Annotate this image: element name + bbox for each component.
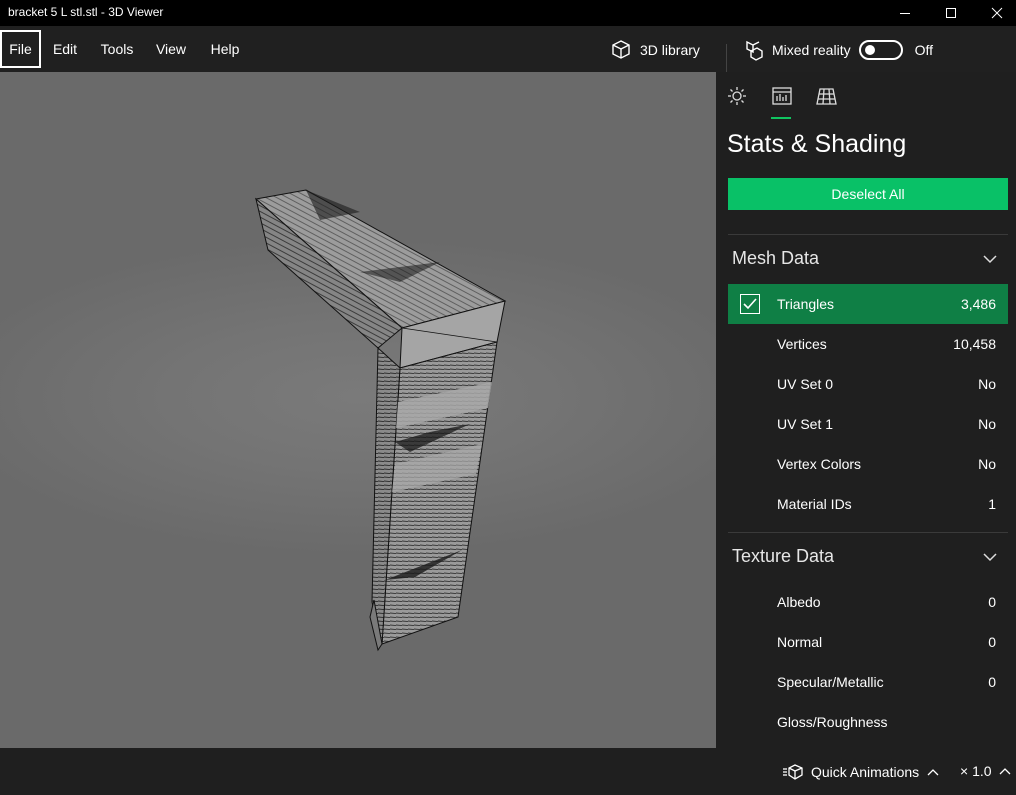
- chevron-down-icon: [983, 553, 997, 562]
- minimize-icon: [900, 13, 910, 14]
- tab-lighting[interactable]: [725, 84, 749, 108]
- checkmark-icon: [743, 298, 757, 310]
- mesh-row-uv-set-1[interactable]: UV Set 1 No: [728, 404, 1008, 444]
- menu-edit[interactable]: Edit: [44, 30, 86, 68]
- divider: [728, 234, 1008, 235]
- texture-data-toggle[interactable]: [982, 550, 998, 568]
- speed-label: × 1.0: [960, 763, 992, 779]
- row-label: Gloss/Roughness: [777, 714, 888, 730]
- chevron-up-icon: [999, 768, 1010, 775]
- bottom-bar: Quick Animations × 1.0: [0, 748, 1016, 795]
- tab-stats-shading[interactable]: [770, 84, 794, 108]
- active-tab-indicator: [771, 117, 791, 119]
- deselect-all-button[interactable]: Deselect All: [728, 178, 1008, 210]
- mixed-reality-icon: [746, 40, 763, 61]
- toolbar-divider: [726, 44, 727, 74]
- row-value: 10,458: [953, 336, 996, 352]
- bracket-model[interactable]: [0, 72, 716, 748]
- mesh-row-vertex-colors[interactable]: Vertex Colors No: [728, 444, 1008, 484]
- row-label: Normal: [777, 634, 823, 650]
- row-value: 0: [988, 634, 996, 650]
- row-value: No: [978, 416, 996, 432]
- mesh-row-uv-set-0[interactable]: UV Set 0 No: [728, 364, 1008, 404]
- mesh-data-toggle[interactable]: [982, 252, 998, 270]
- mixed-reality-state: Off: [914, 42, 934, 58]
- row-label: Triangles: [777, 296, 835, 312]
- triangles-checkbox[interactable]: [740, 294, 760, 314]
- row-label: Albedo: [777, 594, 821, 610]
- tab-grid[interactable]: [814, 84, 838, 108]
- menu-file[interactable]: File: [0, 30, 41, 68]
- 3d-viewport[interactable]: [0, 72, 716, 748]
- 3d-library-label: 3D library: [640, 42, 700, 58]
- texture-row-specular-metallic[interactable]: Specular/Metallic 0: [728, 662, 1008, 702]
- minimize-button[interactable]: [882, 0, 928, 26]
- mesh-data-header[interactable]: Mesh Data: [732, 248, 819, 269]
- texture-row-normal[interactable]: Normal 0: [728, 622, 1008, 662]
- menu-bar: File Edit Tools View Help 3D library Mix…: [0, 26, 1016, 72]
- sun-icon: [728, 87, 746, 105]
- menu-tools[interactable]: Tools: [92, 30, 142, 68]
- mesh-row-vertices[interactable]: Vertices 10,458: [728, 324, 1008, 364]
- texture-data-header[interactable]: Texture Data: [732, 546, 834, 567]
- window-title: bracket 5 L stl.stl - 3D Viewer: [8, 5, 164, 19]
- row-value: 0: [988, 674, 996, 690]
- maximize-button[interactable]: [928, 0, 974, 26]
- title-bar: bracket 5 L stl.stl - 3D Viewer: [0, 0, 1016, 26]
- texture-row-gloss-roughness[interactable]: Gloss/Roughness: [728, 702, 1008, 742]
- quick-animations-label: Quick Animations: [811, 764, 920, 780]
- animation-speed-button[interactable]: × 1.0: [960, 763, 1012, 779]
- texture-row-albedo[interactable]: Albedo 0: [728, 582, 1008, 622]
- menu-help[interactable]: Help: [202, 30, 248, 68]
- row-value: 1: [988, 496, 996, 512]
- mesh-row-triangles[interactable]: Triangles 3,486: [728, 284, 1008, 324]
- chevron-up-icon: [927, 769, 939, 776]
- menu-view[interactable]: View: [148, 30, 194, 68]
- row-value: No: [978, 376, 996, 392]
- row-label: UV Set 1: [777, 416, 834, 432]
- chevron-down-icon: [983, 255, 997, 264]
- divider: [728, 532, 1008, 533]
- grid-icon: [816, 88, 837, 105]
- row-label: Material IDs: [777, 496, 852, 512]
- panel-title: Stats & Shading: [727, 130, 907, 158]
- quick-animations-button[interactable]: Quick Animations: [782, 763, 940, 781]
- cube-icon: [612, 40, 630, 59]
- maximize-icon: [946, 8, 956, 18]
- row-value: 0: [988, 594, 996, 610]
- row-value: 3,486: [960, 296, 996, 312]
- stats-icon: [772, 87, 792, 105]
- row-label: Vertices: [777, 336, 827, 352]
- row-label: UV Set 0: [777, 376, 834, 392]
- row-value: No: [978, 456, 996, 472]
- close-icon: [991, 7, 1003, 19]
- animation-icon: [783, 764, 803, 780]
- row-label: Vertex Colors: [777, 456, 862, 472]
- mixed-reality-button[interactable]: Mixed reality Off: [742, 36, 933, 64]
- mixed-reality-label: Mixed reality: [772, 42, 851, 58]
- mixed-reality-toggle[interactable]: [858, 40, 903, 60]
- row-label: Specular/Metallic: [777, 674, 884, 690]
- mesh-row-material-ids[interactable]: Material IDs 1: [728, 484, 1008, 524]
- close-button[interactable]: [974, 0, 1016, 26]
- 3d-library-button[interactable]: 3D library: [610, 36, 700, 64]
- stats-panel: Stats & Shading Deselect All Mesh Data T…: [716, 72, 1016, 748]
